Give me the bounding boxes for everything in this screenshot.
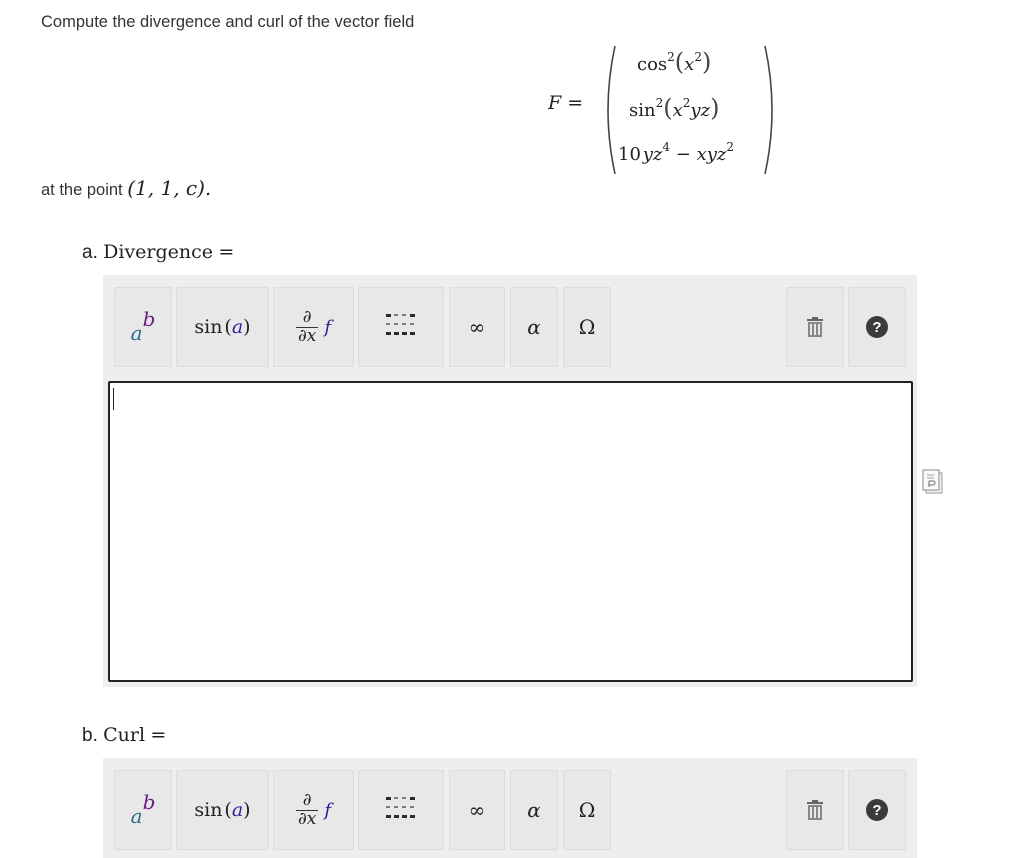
matrix-button[interactable]: [358, 287, 444, 367]
clear-button[interactable]: [786, 770, 844, 850]
divergence-label: a. Divergence =: [82, 241, 235, 263]
curl-label: b. Curl =: [82, 724, 167, 746]
help-icon: ?: [866, 799, 888, 821]
clear-button[interactable]: [786, 287, 844, 367]
help-icon: ?: [866, 316, 888, 338]
point-coordinates: (1, 1, c).: [127, 176, 212, 200]
greek-alpha-button[interactable]: α: [510, 287, 558, 367]
partial-derivative-button[interactable]: ∂ ∂x f: [273, 287, 354, 367]
vector-component-1: cos2(x2): [637, 48, 712, 76]
paste-icon[interactable]: [922, 469, 946, 495]
help-button[interactable]: ?: [848, 770, 906, 850]
left-paren: [607, 45, 616, 175]
vector-component-2: sin2(x2yz): [629, 94, 720, 122]
point-statement: at the point (1, 1, c).: [41, 176, 212, 200]
infinity-button[interactable]: ∞: [449, 770, 505, 850]
matrix-icon: [385, 314, 417, 340]
vector-field-label: F =: [548, 92, 584, 114]
greek-alpha-button[interactable]: α: [510, 770, 558, 850]
problem-prompt: Compute the divergence and curl of the v…: [41, 13, 415, 31]
sin-button[interactable]: sin (a): [176, 770, 269, 850]
matrix-button[interactable]: [358, 770, 444, 850]
sin-button[interactable]: sin (a): [176, 287, 269, 367]
help-button[interactable]: ?: [848, 287, 906, 367]
vector-field: F = cos2(x2) sin2(x2yz) 10 yz4 − xyz2: [540, 42, 780, 175]
divergence-editor: ab sin (a) ∂ ∂x f ∞ α Ω ?: [103, 275, 917, 687]
curl-editor: ab sin (a) ∂ ∂x f ∞ α Ω ?: [103, 758, 917, 858]
right-paren: [764, 45, 773, 175]
divergence-answer-input[interactable]: [108, 381, 913, 682]
power-button[interactable]: ab: [114, 287, 172, 367]
vector-component-3: 10 yz4 − xyz2: [618, 140, 735, 165]
matrix-icon: [385, 797, 417, 823]
trash-icon: [807, 317, 823, 337]
greek-omega-button[interactable]: Ω: [563, 770, 611, 850]
power-button[interactable]: ab: [114, 770, 172, 850]
greek-omega-button[interactable]: Ω: [563, 287, 611, 367]
partial-derivative-button[interactable]: ∂ ∂x f: [273, 770, 354, 850]
text-caret: [113, 388, 114, 410]
infinity-button[interactable]: ∞: [449, 287, 505, 367]
trash-icon: [807, 800, 823, 820]
